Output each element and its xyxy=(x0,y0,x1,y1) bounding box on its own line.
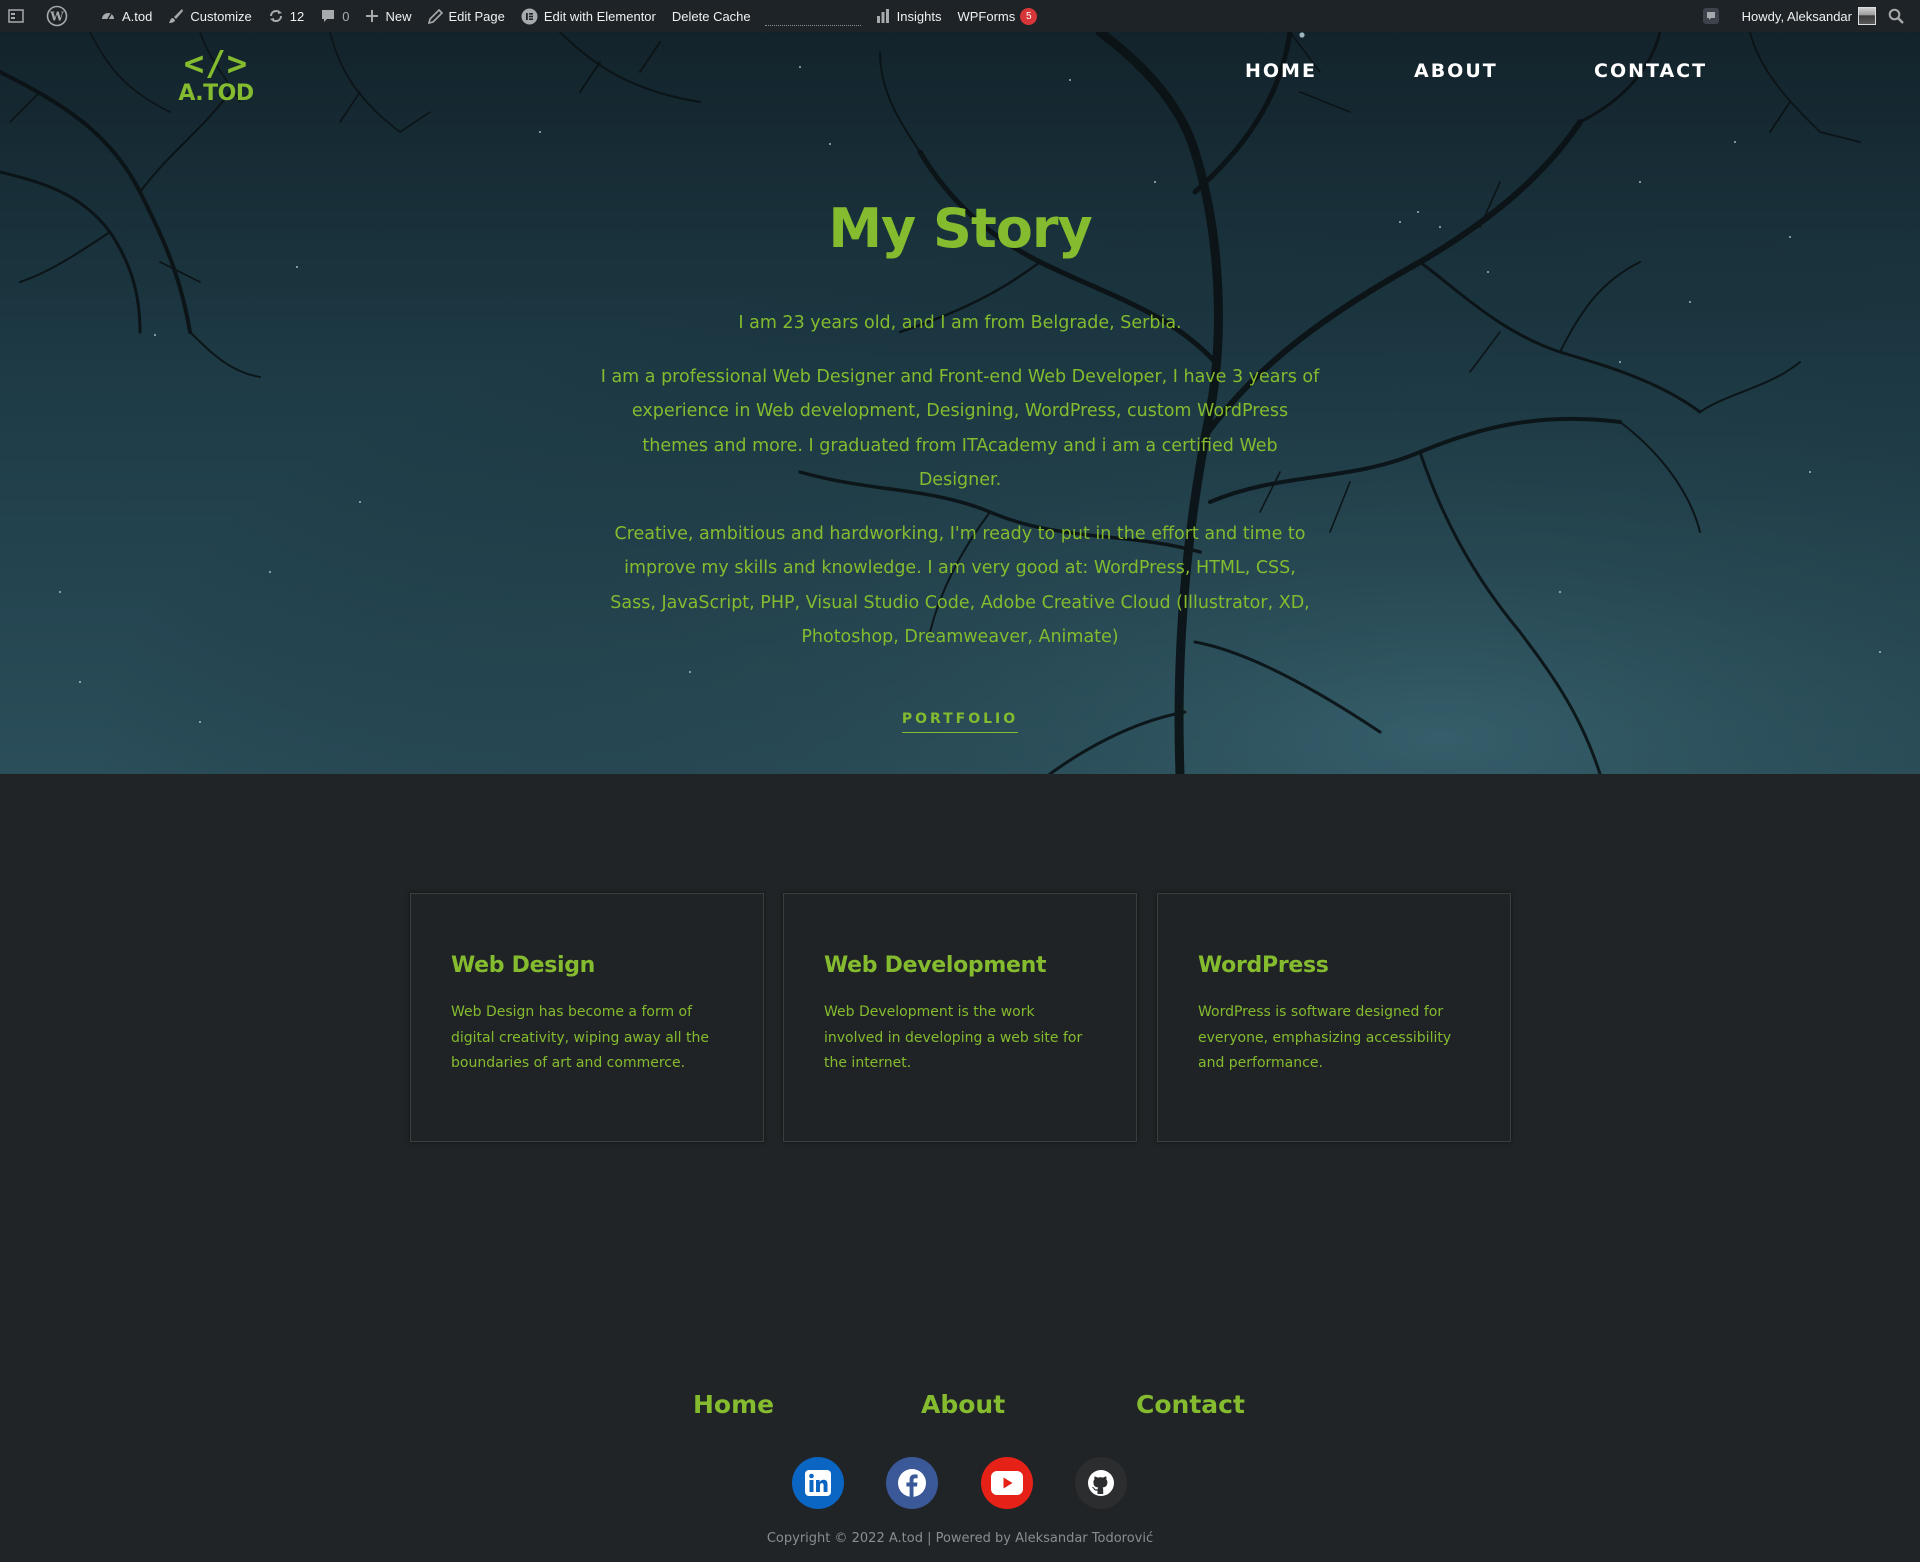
main-nav: HOME ABOUT CONTACT xyxy=(0,60,1920,90)
my-account-link[interactable]: Howdy, Aleksandar xyxy=(1734,0,1880,32)
svg-text:W: W xyxy=(49,10,64,24)
facebook-icon[interactable] xyxy=(886,1457,938,1509)
customize-link[interactable]: Customize xyxy=(160,0,259,32)
github-icon[interactable] xyxy=(1075,1457,1127,1509)
howdy-label: Howdy, Aleksandar xyxy=(1741,8,1852,24)
hero-section: </> A.TOD HOME ABOUT CONTACT My Story I … xyxy=(0,32,1920,774)
avatar xyxy=(1858,7,1876,25)
nav-contact[interactable]: CONTACT xyxy=(1594,60,1707,82)
site-name-link[interactable]: A.tod xyxy=(92,0,160,32)
sidebar-toggle-icon[interactable] xyxy=(0,0,38,32)
updates-link[interactable]: 12 xyxy=(260,0,312,32)
edit-page-link[interactable]: Edit Page xyxy=(420,0,513,32)
insights-link[interactable]: Insights xyxy=(867,0,950,32)
portfolio-button-wrap: PORTFOLIO xyxy=(0,710,1920,733)
search-icon[interactable] xyxy=(1880,0,1920,32)
footer-link-home[interactable]: Home xyxy=(693,1390,774,1419)
service-description: Web Design has become a form of digital … xyxy=(451,1004,709,1071)
comments-link[interactable]: 0 xyxy=(312,0,357,32)
wordpress-logo-icon[interactable]: W xyxy=(38,0,82,32)
wpforms-count-badge: 5 xyxy=(1020,7,1038,25)
page-title: My Story xyxy=(828,197,1092,260)
nav-about[interactable]: ABOUT xyxy=(1414,60,1498,82)
service-card-web-development: Web Development Web Development is the w… xyxy=(783,893,1137,1142)
wp-admin-bar: W A.tod Customize 12 0 New Edit Page Edi… xyxy=(0,0,1920,32)
story-text: I am 23 years old, and I am from Belgrad… xyxy=(600,306,1320,674)
edit-elementor-link[interactable]: Edit with Elementor xyxy=(513,0,664,32)
delete-cache-label: Delete Cache xyxy=(671,8,751,24)
service-description: Web Development is the work involved in … xyxy=(824,1004,1083,1071)
linkedin-icon[interactable] xyxy=(792,1457,844,1509)
edit-page-label: Edit Page xyxy=(448,8,505,24)
story-paragraph-1: I am 23 years old, and I am from Belgrad… xyxy=(738,313,1182,333)
site-name-label: A.tod xyxy=(122,8,153,24)
brush-icon xyxy=(169,9,184,23)
elementor-icon xyxy=(521,8,538,24)
service-title: Web Development xyxy=(824,953,1047,978)
new-content-link[interactable]: New xyxy=(357,0,419,32)
updates-count: 12 xyxy=(289,8,305,24)
portfolio-button[interactable]: PORTFOLIO xyxy=(901,711,1019,733)
comment-icon xyxy=(322,10,335,22)
new-label: New xyxy=(385,8,412,24)
updates-icon xyxy=(269,10,282,22)
service-description: WordPress is software designed for every… xyxy=(1198,1004,1452,1071)
youtube-icon[interactable] xyxy=(981,1457,1033,1509)
copyright-text: Copyright © 2022 A.tod | Powered by Alek… xyxy=(766,1531,1154,1546)
insights-label: Insights xyxy=(896,8,942,24)
plus-icon xyxy=(366,10,379,22)
notification-icon[interactable] xyxy=(1694,0,1734,32)
footer-link-contact[interactable]: Contact xyxy=(1136,1390,1245,1419)
service-title: WordPress xyxy=(1198,953,1329,978)
edit-elementor-label: Edit with Elementor xyxy=(543,8,656,24)
comments-count: 0 xyxy=(342,8,350,24)
insights-chart-icon xyxy=(876,9,889,23)
service-card-web-design: Web Design Web Design has become a form … xyxy=(410,893,764,1142)
admin-bar-separator xyxy=(764,0,861,32)
wpforms-link[interactable]: WPForms 5 xyxy=(949,0,1045,32)
delete-cache-link[interactable]: Delete Cache xyxy=(664,0,759,32)
nav-home[interactable]: HOME xyxy=(1245,60,1317,82)
story-paragraph-3: Creative, ambitious and hardworking, I'm… xyxy=(610,523,1310,648)
customize-label: Customize xyxy=(190,8,252,24)
dashboard-icon xyxy=(102,13,114,20)
service-title: Web Design xyxy=(451,953,596,978)
story-paragraph-2: I am a professional Web Designer and Fro… xyxy=(600,366,1320,491)
footer-link-about[interactable]: About xyxy=(921,1390,1005,1419)
wpforms-label: WPForms xyxy=(957,8,1016,24)
service-card-wordpress: WordPress WordPress is software designed… xyxy=(1157,893,1511,1142)
pencil-icon xyxy=(427,8,443,24)
